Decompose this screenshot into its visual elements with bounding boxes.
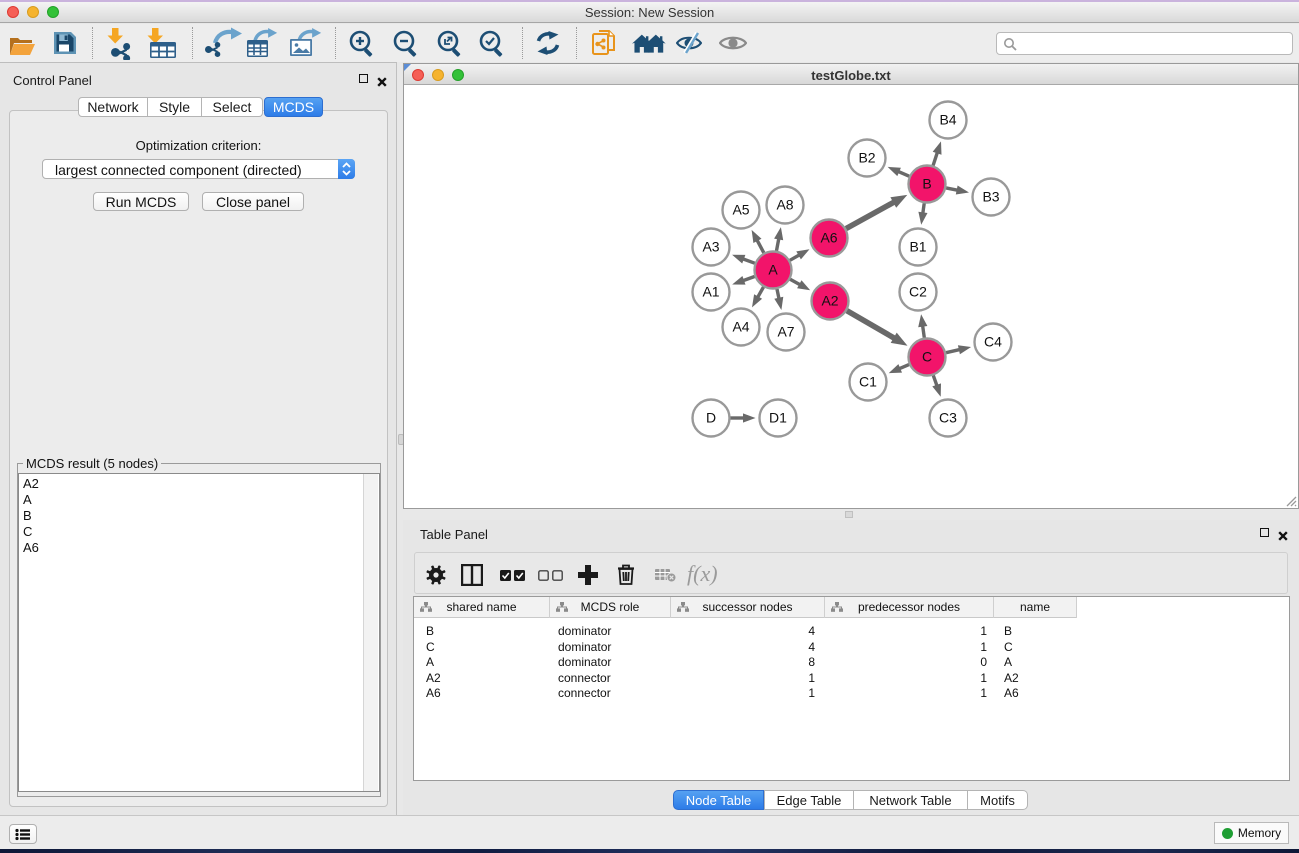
svg-text:A8: A8	[776, 197, 793, 213]
svg-text:C: C	[922, 349, 932, 365]
svg-text:C2: C2	[909, 284, 927, 300]
svg-text:B: B	[922, 176, 931, 192]
svg-text:B4: B4	[939, 112, 956, 128]
svg-text:A3: A3	[702, 239, 719, 255]
svg-text:A2: A2	[821, 293, 838, 309]
svg-text:D1: D1	[769, 410, 787, 426]
svg-text:D: D	[706, 410, 716, 426]
svg-text:A7: A7	[777, 324, 794, 340]
svg-text:A1: A1	[702, 284, 719, 300]
svg-text:B1: B1	[909, 239, 926, 255]
svg-text:B2: B2	[858, 150, 875, 166]
svg-text:B3: B3	[982, 189, 999, 205]
svg-text:A6: A6	[820, 230, 837, 246]
svg-text:C3: C3	[939, 410, 957, 426]
svg-text:C1: C1	[859, 374, 877, 390]
svg-text:A5: A5	[732, 202, 749, 218]
svg-text:A4: A4	[732, 319, 749, 335]
svg-text:A: A	[768, 262, 778, 278]
svg-text:C4: C4	[984, 334, 1002, 350]
